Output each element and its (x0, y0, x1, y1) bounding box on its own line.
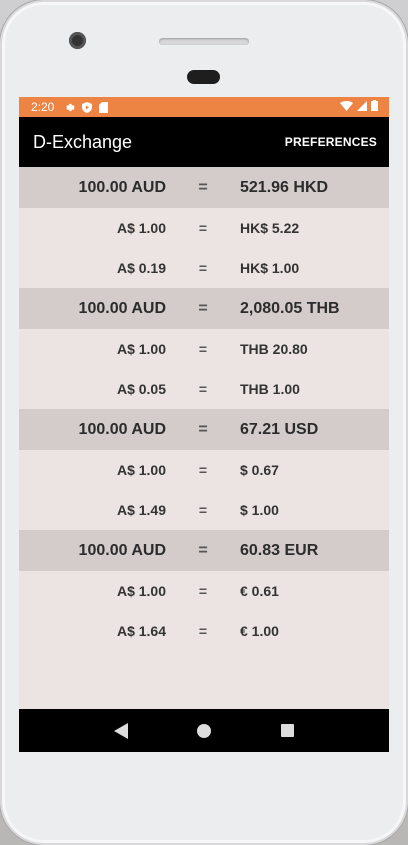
header-target-amount: 521.96 HKD (240, 178, 329, 196)
status-right-icons (340, 100, 378, 114)
source-amount: A$ 1.49 (116, 502, 166, 518)
conversion-row: A$ 1.00 = € 0.61 (19, 571, 389, 611)
conversion-header-hkd[interactable]: 100.00 AUD = 521.96 HKD (19, 167, 389, 208)
header-source-amount: 100.00 AUD (78, 420, 166, 438)
wifi-icon (340, 100, 353, 114)
equals-sign: = (198, 623, 208, 639)
front-camera (69, 32, 86, 49)
target-amount: THB 1.00 (240, 381, 300, 397)
battery-icon (371, 100, 378, 114)
target-amount: HK$ 5.22 (240, 220, 300, 236)
equals-sign: = (198, 541, 208, 559)
settings-icon (64, 102, 75, 113)
source-amount: A$ 1.64 (116, 623, 166, 639)
equals-sign: = (198, 583, 208, 599)
screen: 2:20 D-Exchange PREFERENCES 100.00 AUD =… (19, 97, 389, 752)
target-amount: € 1.00 (240, 623, 279, 639)
equals-sign: = (198, 178, 208, 196)
equals-sign: = (198, 341, 208, 357)
header-source-amount: 100.00 AUD (78, 541, 166, 559)
source-amount: A$ 1.00 (116, 220, 166, 236)
equals-sign: = (198, 220, 208, 236)
conversion-list[interactable]: 100.00 AUD = 521.96 HKD A$ 1.00 = HK$ 5.… (19, 167, 389, 651)
conversion-row: A$ 1.00 = HK$ 5.22 (19, 208, 389, 248)
equals-sign: = (198, 260, 208, 276)
header-target-amount: 67.21 USD (240, 420, 319, 438)
target-amount: $ 1.00 (240, 502, 279, 518)
conversion-row: A$ 1.00 = $ 0.67 (19, 450, 389, 490)
sd-card-icon (99, 101, 109, 113)
back-icon[interactable] (109, 719, 133, 743)
header-source-amount: 100.00 AUD (78, 299, 166, 317)
conversion-header-thb[interactable]: 100.00 AUD = 2,080.05 THB (19, 288, 389, 329)
app-bar: D-Exchange PREFERENCES (19, 117, 389, 167)
proximity-sensor (187, 70, 220, 84)
target-amount: HK$ 1.00 (240, 260, 300, 276)
header-target-amount: 2,080.05 THB (240, 299, 340, 317)
conversion-row: A$ 1.64 = € 1.00 (19, 611, 389, 651)
phone-frame: 2:20 D-Exchange PREFERENCES 100.00 AUD =… (0, 0, 408, 845)
preferences-button[interactable]: PREFERENCES (285, 135, 377, 149)
source-amount: A$ 0.05 (116, 381, 166, 397)
navigation-bar (19, 709, 389, 752)
source-amount: A$ 0.19 (116, 260, 166, 276)
equals-sign: = (198, 381, 208, 397)
conversion-header-eur[interactable]: 100.00 AUD = 60.83 EUR (19, 530, 389, 571)
status-bar: 2:20 (19, 97, 389, 117)
target-amount: THB 20.80 (240, 341, 308, 357)
conversion-row: A$ 1.49 = $ 1.00 (19, 490, 389, 530)
source-amount: A$ 1.00 (116, 583, 166, 599)
shield-icon (82, 101, 93, 113)
source-amount: A$ 1.00 (116, 341, 166, 357)
app-title: D-Exchange (33, 131, 133, 152)
earpiece-speaker (159, 38, 249, 45)
equals-sign: = (198, 502, 208, 518)
status-time: 2:20 (31, 100, 55, 114)
source-amount: A$ 1.00 (116, 462, 166, 478)
recents-icon[interactable] (275, 719, 299, 743)
header-target-amount: 60.83 EUR (240, 541, 319, 559)
equals-sign: = (198, 299, 208, 317)
equals-sign: = (198, 462, 208, 478)
conversion-row: A$ 0.05 = THB 1.00 (19, 369, 389, 409)
equals-sign: = (198, 420, 208, 438)
home-icon[interactable] (192, 719, 216, 743)
target-amount: $ 0.67 (240, 462, 279, 478)
conversion-header-usd[interactable]: 100.00 AUD = 67.21 USD (19, 409, 389, 450)
target-amount: € 0.61 (240, 583, 279, 599)
signal-icon (357, 100, 367, 114)
conversion-row: A$ 1.00 = THB 20.80 (19, 329, 389, 369)
header-source-amount: 100.00 AUD (78, 178, 166, 196)
conversion-row: A$ 0.19 = HK$ 1.00 (19, 248, 389, 288)
